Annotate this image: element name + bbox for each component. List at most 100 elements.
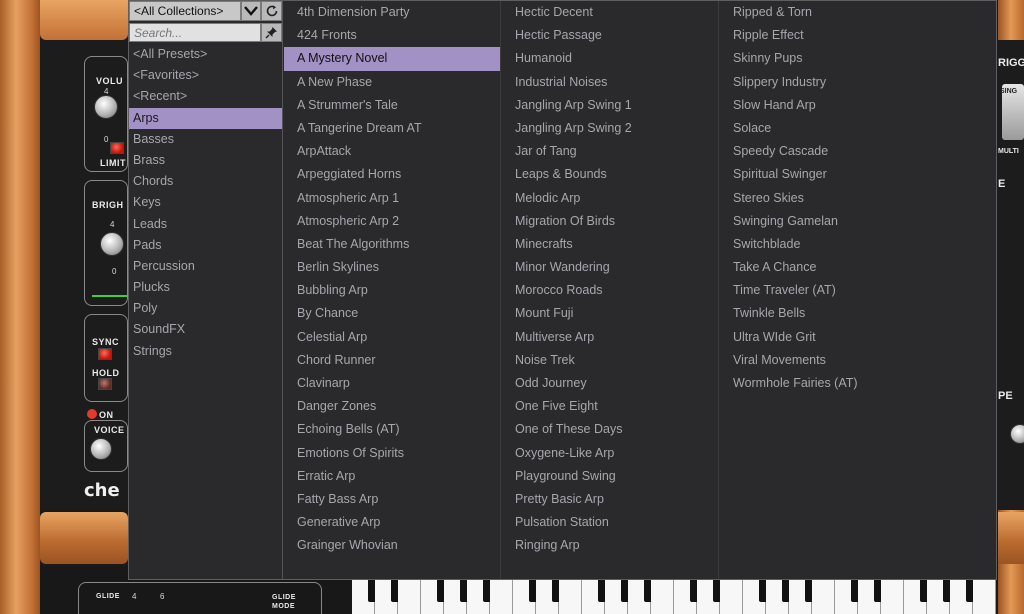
preset-item[interactable]: Take A Chance <box>720 256 996 279</box>
white-key[interactable] <box>881 580 904 614</box>
preset-item[interactable]: Ripple Effect <box>720 24 996 47</box>
preset-item[interactable]: ArpAttack <box>284 140 500 163</box>
preset-item[interactable]: Playground Swing <box>502 465 718 488</box>
preset-item[interactable]: Emotions Of Spirits <box>284 442 500 465</box>
preset-item[interactable]: Skinny Pups <box>720 47 996 70</box>
voice-knob[interactable] <box>90 438 112 460</box>
preset-item[interactable]: Atmospheric Arp 2 <box>284 210 500 233</box>
category-item[interactable]: <Favorites> <box>129 65 282 86</box>
preset-item[interactable]: Generative Arp <box>284 511 500 534</box>
preset-item[interactable]: Jangling Arp Swing 1 <box>502 94 718 117</box>
category-item[interactable]: Chords <box>129 171 282 192</box>
search-input[interactable] <box>129 23 261 42</box>
limit-led[interactable] <box>110 142 124 154</box>
category-item[interactable]: Arps <box>129 107 282 129</box>
white-key[interactable] <box>490 580 513 614</box>
preset-item[interactable]: Humanoid <box>502 47 718 70</box>
preset-item[interactable]: Chord Runner <box>284 349 500 372</box>
category-item[interactable]: Keys <box>129 192 282 213</box>
hold-led[interactable] <box>98 378 112 390</box>
preset-item[interactable]: Ultra WIde Grit <box>720 326 996 349</box>
preset-item[interactable]: Slippery Industry <box>720 71 996 94</box>
preset-item[interactable]: Celestial Arp <box>284 326 500 349</box>
preset-item[interactable]: Danger Zones <box>284 395 500 418</box>
white-key[interactable] <box>812 580 835 614</box>
preset-item[interactable]: Echoing Bells (AT) <box>284 418 500 441</box>
preset-item[interactable]: Hectic Decent <box>502 1 718 24</box>
preset-item[interactable]: Switchblade <box>720 233 996 256</box>
preset-item[interactable]: Spiritual Swinger <box>720 163 996 186</box>
brightness-knob[interactable] <box>100 232 124 256</box>
preset-item[interactable]: Morocco Roads <box>502 279 718 302</box>
preset-item[interactable]: Clavinarp <box>284 372 500 395</box>
preset-item[interactable]: Beat The Algorithms <box>284 233 500 256</box>
preset-item[interactable]: A Strummer's Tale <box>284 94 500 117</box>
preset-item[interactable]: Berlin Skylines <box>284 256 500 279</box>
preset-item[interactable]: Odd Journey <box>502 372 718 395</box>
category-item[interactable]: <All Presets> <box>129 44 282 65</box>
white-key[interactable] <box>720 580 743 614</box>
preset-item[interactable]: Ripped & Torn <box>720 1 996 24</box>
preset-item[interactable]: Melodic Arp <box>502 187 718 210</box>
preset-item[interactable]: Atmospheric Arp 1 <box>284 187 500 210</box>
preset-item[interactable]: Stereo Skies <box>720 187 996 210</box>
preset-item[interactable]: Pulsation Station <box>502 511 718 534</box>
sync-led[interactable] <box>98 348 112 360</box>
preset-item[interactable]: Grainger Whovian <box>284 534 500 557</box>
pin-icon[interactable] <box>261 23 282 42</box>
volume-knob[interactable] <box>94 95 118 119</box>
preset-item[interactable]: Viral Movements <box>720 349 996 372</box>
preset-item[interactable]: Jangling Arp Swing 2 <box>502 117 718 140</box>
category-item[interactable]: Plucks <box>129 277 282 298</box>
category-item[interactable]: <Recent> <box>129 86 282 107</box>
category-item[interactable]: Basses <box>129 129 282 150</box>
white-key[interactable] <box>559 580 582 614</box>
preset-item[interactable]: A New Phase <box>284 71 500 94</box>
chevron-down-icon[interactable] <box>241 1 261 21</box>
preset-item[interactable]: Migration Of Birds <box>502 210 718 233</box>
preset-item[interactable]: Bubbling Arp <box>284 279 500 302</box>
preset-item[interactable]: Multiverse Arp <box>502 326 718 349</box>
category-item[interactable]: Brass <box>129 150 282 171</box>
preset-item[interactable]: Twinkle Bells <box>720 302 996 325</box>
preset-item[interactable]: Erratic Arp <box>284 465 500 488</box>
category-item[interactable]: Strings <box>129 341 282 362</box>
keyboard[interactable] <box>352 580 998 614</box>
preset-item[interactable]: 4th Dimension Party <box>284 1 500 24</box>
preset-item[interactable]: One of These Days <box>502 418 718 441</box>
preset-item[interactable]: Wormhole Fairies (AT) <box>720 372 996 395</box>
preset-item[interactable]: Noise Trek <box>502 349 718 372</box>
collection-dropdown[interactable]: <All Collections> <box>129 1 241 21</box>
preset-item[interactable]: Solace <box>720 117 996 140</box>
right-knob[interactable] <box>1010 424 1024 444</box>
preset-item[interactable]: Mount Fuji <box>502 302 718 325</box>
preset-item[interactable]: 424 Fronts <box>284 24 500 47</box>
category-item[interactable]: Leads <box>129 214 282 235</box>
preset-item[interactable]: Jar of Tang <box>502 140 718 163</box>
preset-item[interactable]: Slow Hand Arp <box>720 94 996 117</box>
preset-item[interactable]: A Mystery Novel <box>284 47 500 71</box>
preset-item[interactable]: A Tangerine Dream AT <box>284 117 500 140</box>
preset-item[interactable]: Swinging Gamelan <box>720 210 996 233</box>
preset-item[interactable]: Minecrafts <box>502 233 718 256</box>
white-key[interactable] <box>651 580 674 614</box>
category-item[interactable]: Pads <box>129 235 282 256</box>
preset-item[interactable]: Arpeggiated Horns <box>284 163 500 186</box>
preset-item[interactable]: Oxygene-Like Arp <box>502 442 718 465</box>
preset-item[interactable]: Minor Wandering <box>502 256 718 279</box>
preset-item[interactable]: Fatty Bass Arp <box>284 488 500 511</box>
preset-item[interactable]: Pretty Basic Arp <box>502 488 718 511</box>
refresh-icon[interactable] <box>261 1 282 21</box>
preset-item[interactable]: By Chance <box>284 302 500 325</box>
preset-item[interactable]: Speedy Cascade <box>720 140 996 163</box>
preset-item[interactable]: Time Traveler (AT) <box>720 279 996 302</box>
preset-item[interactable]: One Five Eight <box>502 395 718 418</box>
category-item[interactable]: Poly <box>129 298 282 319</box>
preset-item[interactable]: Hectic Passage <box>502 24 718 47</box>
preset-item[interactable]: Leaps & Bounds <box>502 163 718 186</box>
category-item[interactable]: SoundFX <box>129 319 282 340</box>
preset-item[interactable]: Industrial Noises <box>502 71 718 94</box>
category-item[interactable]: Percussion <box>129 256 282 277</box>
white-key[interactable] <box>398 580 421 614</box>
preset-item[interactable]: Ringing Arp <box>502 534 718 557</box>
